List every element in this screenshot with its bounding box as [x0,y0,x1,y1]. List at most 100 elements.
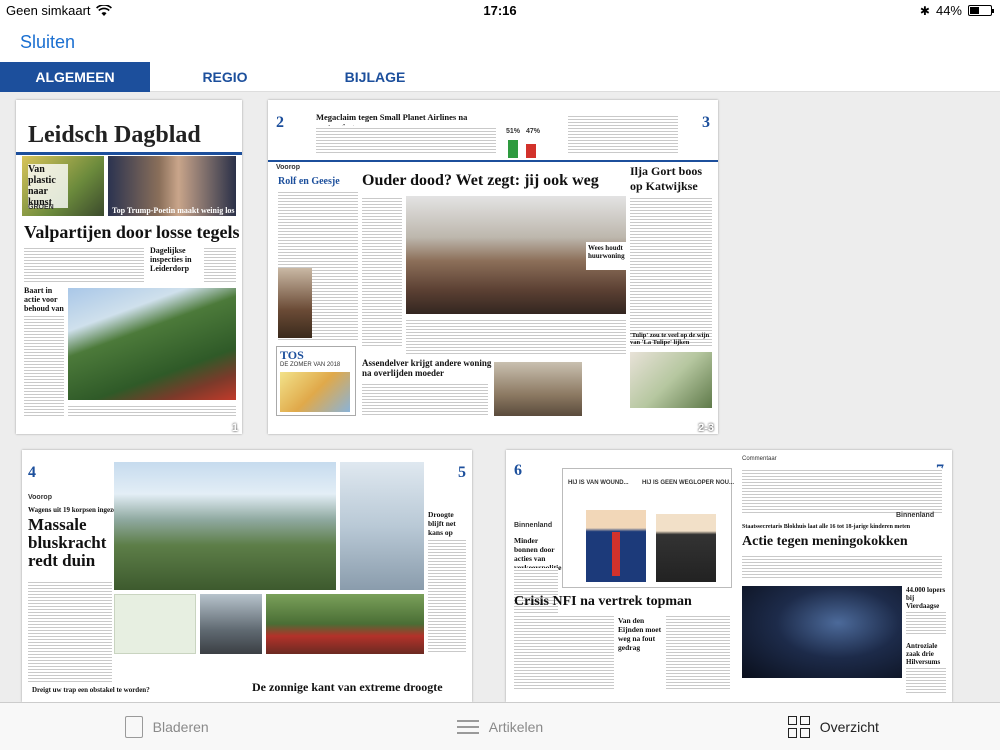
kicker: Wagens uit 19 korpsen ingezet [28,506,119,514]
zonnige-headline: De zonnige kant van extreme droogte [252,680,443,694]
airline-text [316,126,496,154]
masthead-rule [16,152,242,155]
front-subheadline: Dagelijkse inspecties in Leiderdorp [150,246,192,273]
bladeren-button[interactable]: Bladeren [0,703,333,750]
close-button[interactable]: Sluiten [20,32,75,53]
right-side-text [428,538,466,654]
hilversums-headline: Antroziale zaak drie Hilversums [906,642,941,666]
page-icon [124,715,143,738]
vierdaagse-headline: 44.000 lopers bij Vierdaagse [906,586,946,610]
overzicht-label: Overzicht [819,718,879,735]
helicopter-photo [340,462,424,590]
front-headline: Valpartijen door losse tegels [24,222,240,242]
tab-regio[interactable]: REGIO [150,62,300,92]
sub-article-text [362,382,488,416]
bluskracht-headline: Massale bluskracht redt duin [28,515,107,570]
front-caption [68,404,236,418]
right-article-text [630,196,712,346]
cartoon-figure-2 [656,514,716,582]
cartoon-tie [612,532,620,576]
main-article-text [362,196,402,346]
masthead: Leidsch Dagblad [28,122,201,148]
page-thumbnail-4-5[interactable]: 4 5 Voorop Wagens uit 19 korpsen ingezet… [22,450,472,702]
poll-bar-green [508,140,518,158]
tab-bijlage[interactable]: BIJLAGE [300,62,450,92]
hilversums-text [906,666,946,694]
van-den-eijnden-quote: Van den Eijnden moet weg na fout gedrag [618,616,662,652]
bottom-toolbar: Bladeren Artikelen Overzicht [0,702,1000,750]
column-title: Rolf en Geesje [278,176,340,187]
status-bar: Geen simkaart 17:16 ✱ 44% [0,0,1000,22]
battery-percentage: 44% [935,3,962,18]
section-binnenland-right: Binnenland [896,512,935,519]
front-article-text [24,246,144,282]
bluetooth-icon: ✱ [919,3,930,18]
map-graphic [114,594,196,654]
page-4-number: 4 [28,464,36,481]
trap-box: Dreigt uw trap een obstakel te worden? [32,686,150,694]
navigation-bar: Sluiten [0,22,1000,62]
meningokokken-text [742,554,942,580]
page-thumbnail-6-7[interactable]: 6 7 Binnenland Minder bonnen door acties… [506,450,952,702]
main-below-text [406,318,626,354]
wine-photo [630,352,712,408]
commentaar-text [742,468,942,514]
front-drogisterij-text [24,314,64,418]
road-photo [200,594,262,654]
meningokokken-kicker: Staatssecretaris Blokhuis laat alle 16 t… [742,524,911,530]
nfi-text [514,614,614,690]
teaser-plastic-text: Van plastic naar kunst [28,164,68,208]
front-side-text [204,246,236,282]
front-fire-photo [68,288,236,400]
page-thumbnail-1[interactable]: Leidsch Dagblad Van plastic naar kunst G… [16,100,242,434]
artikelen-label: Artikelen [488,718,544,735]
section-binnenland-left: Binnenland [514,522,553,529]
page-3-number: 3 [702,114,710,131]
verkeerspolitie-headline: Minder bonnen door acties van verkeerspo… [514,536,561,572]
page-6-number: 6 [514,462,522,479]
page-number-1: 1 [231,422,238,434]
grid-icon [787,715,810,738]
nfi-side-text [666,614,730,690]
list-icon [456,718,479,736]
sub-headline: Assendelver krijgt andere woning na over… [362,358,492,378]
artikelen-button[interactable]: Artikelen [333,703,666,750]
firetrucks-photo [266,594,424,654]
tab-algemeen[interactable]: ALGEMEEN [0,62,150,92]
section-voorop: Voorop [276,164,300,171]
poll-bar-red [526,144,536,158]
bladeren-label: Bladeren [152,718,209,735]
right-top-text [568,114,678,154]
page-2-number: 2 [276,114,284,131]
battery-fill [970,7,979,14]
poll-47: 47% [526,128,541,135]
page-5-number: 5 [458,464,466,481]
cartoon-speech-1: HIJ IS VAN WOUND... [568,480,629,486]
page-overview-grid: Leidsch Dagblad Van plastic naar kunst G… [0,92,1000,702]
left-article-text [28,580,112,684]
meningokokken-headline: Actie tegen meningokokken [742,534,908,549]
tos-cartoon [280,372,350,412]
tos-subtitle: DE ZOMER VAN 2018 [280,362,341,368]
clock: 17:16 [483,3,517,18]
overzicht-button[interactable]: Overzicht [667,703,1000,750]
dune-fire-aerial-photo [114,462,336,590]
section-voorop: Voorop [28,494,52,501]
teaser-trump-putin-text: Top Trump-Poetin maakt weinig los [112,206,235,215]
sub-photo [494,362,582,416]
teaser-tag: GROEN [28,204,54,211]
main-headline: Ouder dood? Wet zegt: jij ook weg [362,172,599,189]
vierdaagse-text [906,610,946,636]
battery-icon [968,5,994,16]
page-number-2-3: 2-3 [698,422,714,434]
wine-quote: 'Tulip' zou te veel op de wijn van 'La T… [630,332,710,346]
cartoon-speech-2: HIJ IS GEEN WEGLOPER NOU... [642,480,735,486]
section-tabs: ALGEMEEN REGIO BIJLAGE [0,62,1000,92]
wees-box-label: Wees houdt huurwoning [588,244,625,260]
spread-rule [268,160,718,162]
page-thumbnail-2-3[interactable]: 2 3 Megaclaim tegen Small Planet Airline… [268,100,718,434]
tos-title: TOS [280,348,304,362]
nfi-headline: Crisis NFI na vertrek topman [514,594,692,609]
commentaar-label: Commentaar [742,456,777,462]
poll-50: 51% [506,128,521,135]
